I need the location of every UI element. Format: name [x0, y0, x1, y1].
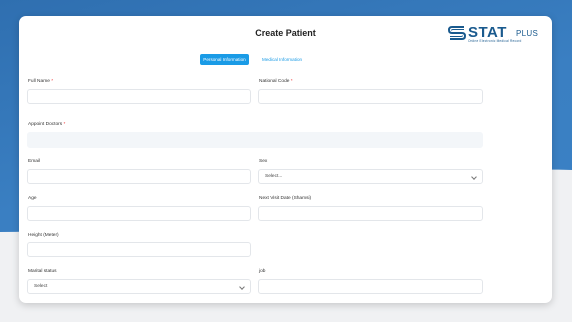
- job-label: job: [259, 269, 266, 274]
- logo-tagline: Online Electronic Medical Record: [468, 39, 522, 43]
- tab-personal-information[interactable]: Personal Information: [200, 54, 249, 65]
- next-visit-date-input[interactable]: [258, 206, 483, 221]
- sex-select-value: Select...: [265, 174, 283, 179]
- full-name-input[interactable]: [27, 89, 251, 104]
- chevron-down-icon: [239, 284, 245, 290]
- appoint-doctors-label-text: Appoint Doctors: [28, 122, 63, 127]
- marital-status-label: Marital status: [28, 269, 57, 274]
- sex-label: Sex: [259, 159, 268, 164]
- statplus-logo: STAT PLUS Online Electronic Medical Reco…: [447, 24, 543, 44]
- job-input[interactable]: [258, 279, 483, 294]
- national-code-label: National Code *: [259, 79, 293, 84]
- age-input[interactable]: [27, 206, 251, 221]
- full-name-label-text: Full Name: [28, 79, 50, 84]
- tab-medical-information[interactable]: Medical Information: [258, 54, 306, 65]
- create-patient-card: Create Patient STAT PLUS Online Electron…: [19, 16, 552, 303]
- next-visit-date-label: Next Visit Date (Shamsi): [259, 196, 312, 201]
- marital-status-value: Select: [34, 284, 48, 289]
- logo-s-icon: [447, 26, 467, 40]
- height-label: Height (Meter): [28, 233, 59, 238]
- logo-plus: PLUS: [516, 29, 539, 38]
- full-name-label: Full Name *: [28, 79, 53, 84]
- sex-select[interactable]: Select...: [258, 169, 483, 184]
- chevron-down-icon: [471, 174, 477, 180]
- age-label: Age: [28, 196, 37, 201]
- national-code-label-text: National Code: [259, 79, 290, 84]
- appoint-doctors-select[interactable]: [27, 132, 483, 148]
- required-mark: *: [51, 79, 54, 84]
- height-input[interactable]: [27, 242, 251, 257]
- required-mark: *: [290, 79, 293, 84]
- marital-status-select[interactable]: Select: [27, 279, 251, 294]
- email-field[interactable]: [27, 169, 251, 184]
- national-code-input[interactable]: [258, 89, 483, 104]
- email-label: Email: [28, 159, 40, 164]
- required-mark: *: [63, 122, 66, 127]
- appoint-doctors-label: Appoint Doctors *: [28, 122, 65, 127]
